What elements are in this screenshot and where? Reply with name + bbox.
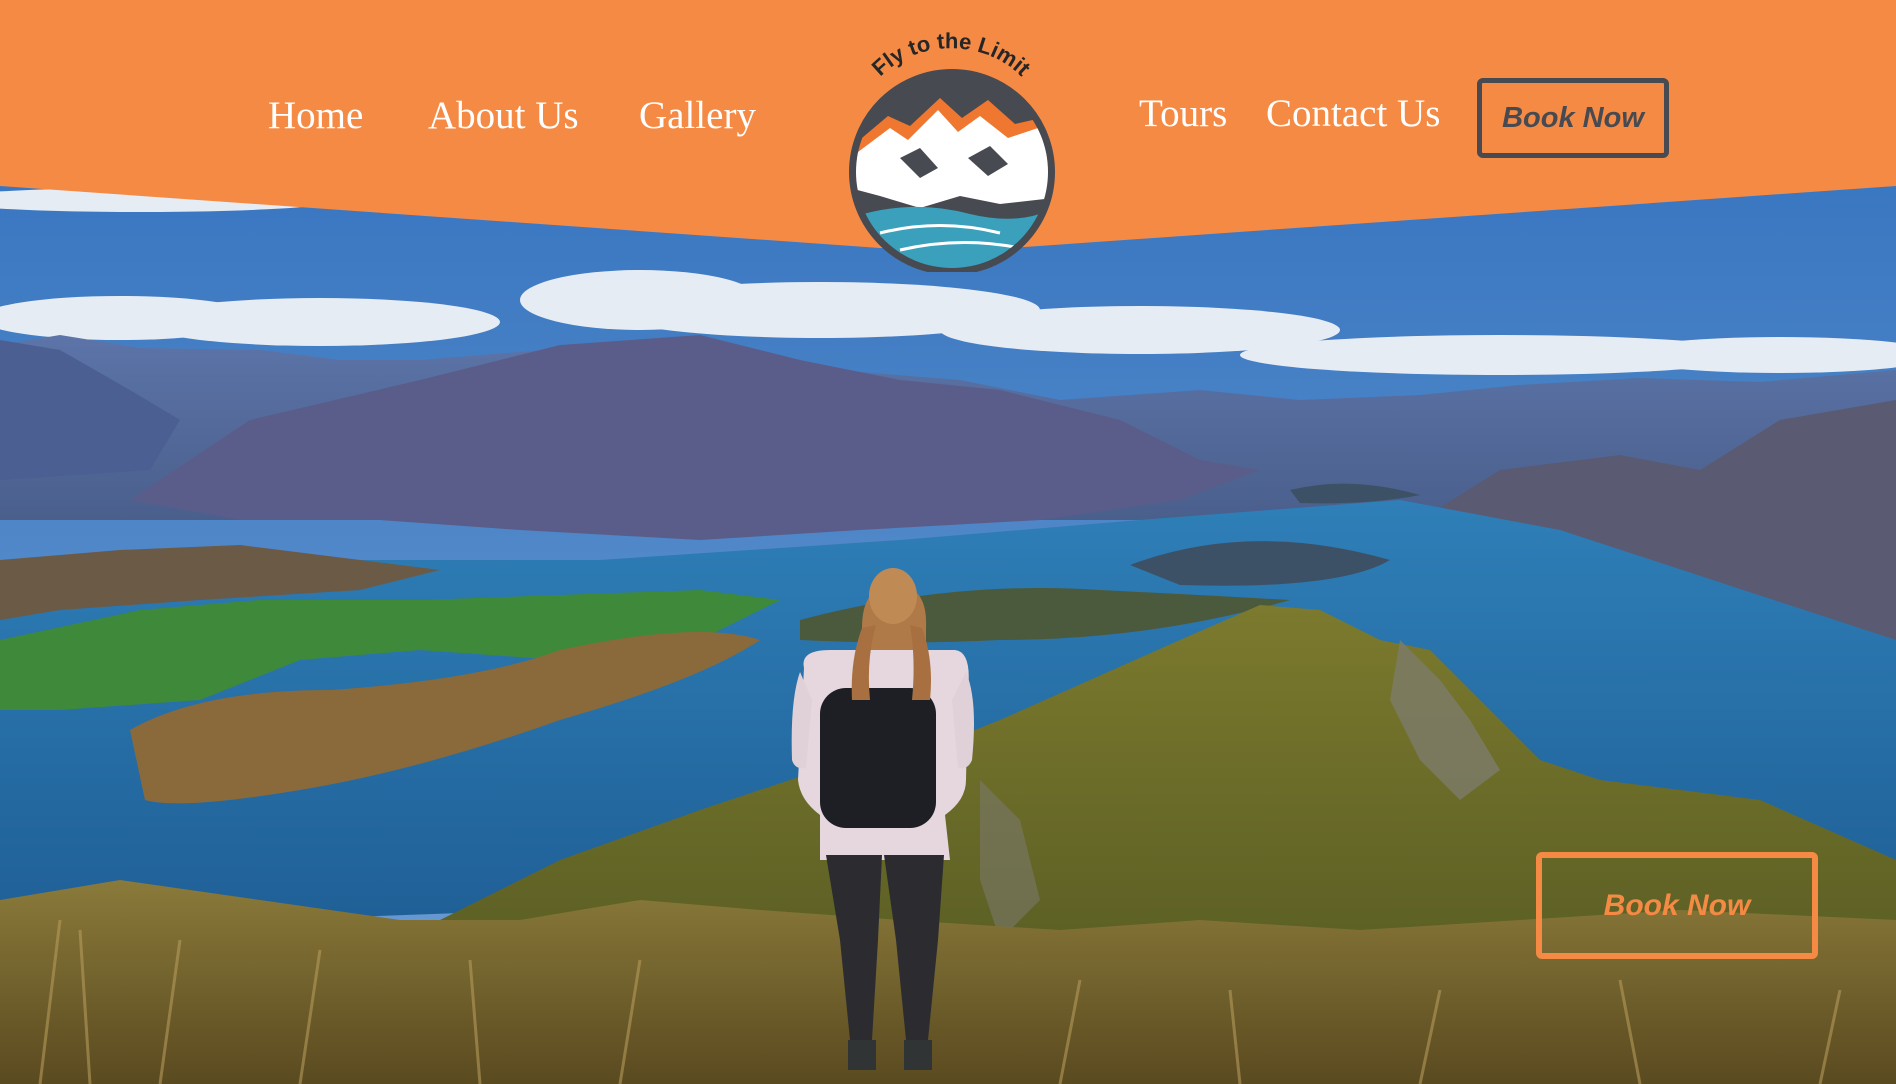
mountain-lake-logo-icon xyxy=(849,69,1055,272)
nav-home-link[interactable]: Home xyxy=(268,92,363,140)
brand-logo[interactable]: Fly to the Limit xyxy=(840,28,1064,272)
header-book-now-button[interactable]: Book Now xyxy=(1477,78,1669,158)
nav-gallery-link[interactable]: Gallery xyxy=(639,92,756,140)
nav-about-us-link[interactable]: About Us xyxy=(428,92,579,140)
nav-contact-us-link[interactable]: Contact Us xyxy=(1266,90,1440,138)
nav-tours-link[interactable]: Tours xyxy=(1139,90,1227,138)
hero-book-now-button[interactable]: Book Now xyxy=(1536,852,1818,959)
